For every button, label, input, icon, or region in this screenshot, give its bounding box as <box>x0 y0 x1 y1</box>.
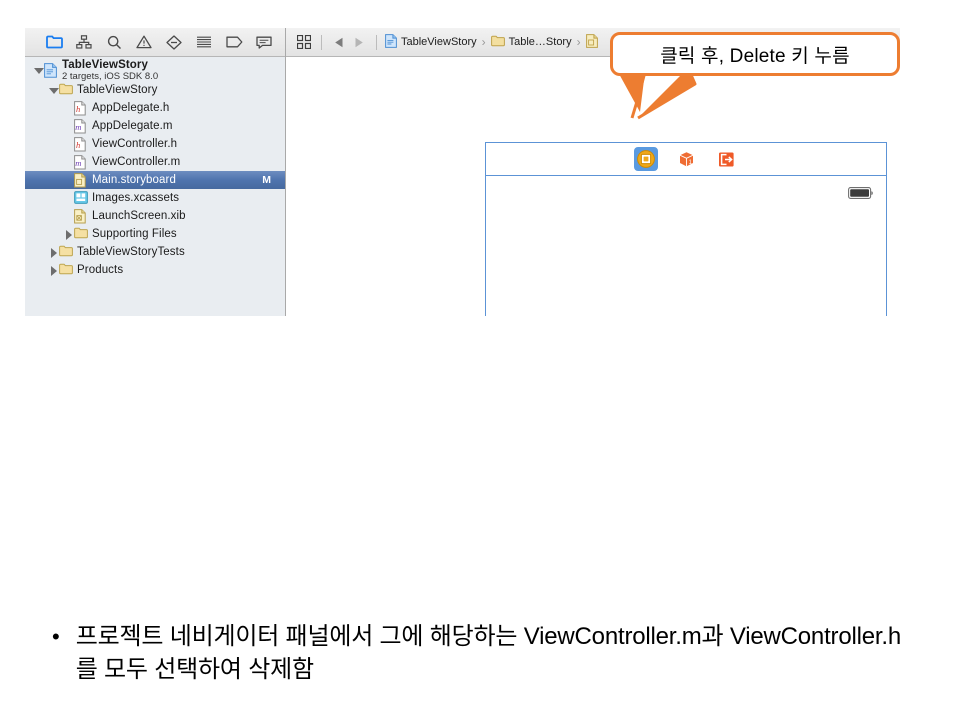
header-file-icon: h <box>74 101 88 116</box>
tree-row[interactable]: TableViewStoryTests <box>25 243 285 261</box>
tree-row-label: TableViewStory <box>77 84 157 96</box>
tree-row[interactable]: Main.storyboard M <box>25 171 285 189</box>
tree-row-sublabel: 2 targets, iOS SDK 8.0 <box>62 71 158 82</box>
bullet-marker: • <box>52 620 60 654</box>
battery-icon <box>848 186 874 198</box>
simulated-device-view[interactable] <box>486 176 886 316</box>
folder-icon <box>491 35 505 50</box>
breadcrumb-item-project[interactable]: TableViewStory <box>384 34 478 51</box>
breadcrumb-chevron-2: › <box>577 35 581 49</box>
method-file-icon: m <box>74 119 88 134</box>
disclosure-spacer <box>63 193 74 204</box>
tree-row[interactable]: TableViewStory2 targets, iOS SDK 8.0 <box>25 59 285 81</box>
xcassets-icon <box>74 191 88 206</box>
disclosure-triangle-icon[interactable] <box>48 247 59 258</box>
disclosure-spacer <box>63 157 74 168</box>
tree-row-label: TableViewStory <box>62 59 158 71</box>
forward-arrow-icon[interactable] <box>349 32 369 52</box>
tree-row-label: Supporting Files <box>92 228 177 240</box>
tree-row-label: TableViewStoryTests <box>77 246 185 258</box>
project-navigator-panel: TableViewStory2 targets, iOS SDK 8.0Tabl… <box>25 28 286 316</box>
folder-icon[interactable] <box>39 32 69 52</box>
debug-list-icon[interactable] <box>189 32 219 52</box>
warning-triangle-icon[interactable] <box>129 32 159 52</box>
tree-row-label: LaunchScreen.xib <box>92 210 186 222</box>
slide-bullet-block: • 프로젝트 네비게이터 패널에서 그에 해당하는 ViewController… <box>52 620 912 686</box>
project-icon <box>44 63 58 78</box>
back-arrow-icon[interactable] <box>329 32 349 52</box>
callout-text: 클릭 후, Delete 키 누름 <box>660 41 850 68</box>
tree-row-label: AppDelegate.m <box>92 120 173 132</box>
project-file-tree[interactable]: TableViewStory2 targets, iOS SDK 8.0Tabl… <box>25 57 285 316</box>
disclosure-spacer <box>63 103 74 114</box>
disclosure-spacer <box>63 175 74 186</box>
breadcrumb-label: Table…Story <box>509 36 572 48</box>
test-diamond-icon[interactable] <box>159 32 189 52</box>
tree-row[interactable]: m ViewController.m <box>25 153 285 171</box>
bullet-row: • 프로젝트 네비게이터 패널에서 그에 해당하는 ViewController… <box>52 620 912 686</box>
search-icon[interactable] <box>99 32 129 52</box>
tree-row-label: Products <box>77 264 123 276</box>
storyboard-icon <box>74 173 88 188</box>
svg-text:m: m <box>75 122 81 132</box>
svg-text:h: h <box>76 140 80 150</box>
disclosure-spacer <box>63 211 74 222</box>
tree-row[interactable]: m AppDelegate.m <box>25 117 285 135</box>
view-controller-scene[interactable]: 1 <box>485 142 887 316</box>
breadcrumb-item-group[interactable]: Table…Story <box>490 35 573 50</box>
tree-row[interactable]: Products <box>25 261 285 279</box>
folder-icon <box>59 263 73 278</box>
tree-row[interactable]: LaunchScreen.xib <box>25 207 285 225</box>
view-controller-icon[interactable] <box>634 147 658 171</box>
folder-icon <box>59 83 73 98</box>
tree-row-label: AppDelegate.h <box>92 102 169 114</box>
tree-row[interactable]: h ViewController.h <box>25 135 285 153</box>
related-items-icon[interactable] <box>294 32 314 52</box>
tree-row-label: Images.xcassets <box>92 192 179 204</box>
breadcrumb-chevron-1: › <box>482 35 486 49</box>
disclosure-spacer <box>63 139 74 150</box>
disclosure-triangle-icon[interactable] <box>63 229 74 240</box>
tree-row[interactable]: Supporting Files <box>25 225 285 243</box>
disclosure-triangle-icon[interactable] <box>48 265 59 276</box>
tree-row-label: ViewController.h <box>92 138 177 150</box>
exit-segue-icon[interactable] <box>714 147 738 171</box>
file-status-badge: M <box>262 174 271 186</box>
report-message-icon[interactable] <box>249 32 279 52</box>
disclosure-triangle-icon[interactable] <box>33 65 44 76</box>
method-file-icon: m <box>74 155 88 170</box>
svg-text:m: m <box>75 158 81 168</box>
folder-icon <box>74 227 88 242</box>
jump-bar-divider-1 <box>321 35 322 50</box>
tree-row[interactable]: TableViewStory <box>25 81 285 99</box>
scene-dock: 1 <box>486 143 886 176</box>
bullet-text: 프로젝트 네비게이터 패널에서 그에 해당하는 ViewController.m… <box>76 620 912 686</box>
header-file-icon: h <box>74 137 88 152</box>
breadcrumb-label: TableViewStory <box>401 36 477 48</box>
disclosure-spacer <box>63 121 74 132</box>
storyboard-canvas[interactable]: 1 <box>286 57 900 316</box>
folder-icon <box>59 245 73 260</box>
tree-row-label: Main.storyboard <box>92 174 176 186</box>
instruction-callout: 클릭 후, Delete 키 누름 <box>610 32 900 76</box>
project-icon <box>385 34 397 51</box>
xib-icon <box>74 209 88 224</box>
tree-row-text: TableViewStory2 targets, iOS SDK 8.0 <box>62 59 158 82</box>
source-control-icon[interactable] <box>69 32 99 52</box>
disclosure-triangle-icon[interactable] <box>48 85 59 96</box>
tree-row[interactable]: h AppDelegate.h <box>25 99 285 117</box>
svg-text:h: h <box>76 104 80 114</box>
navigator-selector-bar <box>25 28 285 57</box>
jump-bar-divider-2 <box>376 35 377 50</box>
first-responder-cube-icon[interactable]: 1 <box>674 147 698 171</box>
breakpoint-tag-icon[interactable] <box>219 32 249 52</box>
breadcrumb-item-storyboard[interactable] <box>585 34 603 51</box>
tree-row[interactable]: Images.xcassets <box>25 189 285 207</box>
storyboard-icon <box>586 34 598 51</box>
tree-row-label: ViewController.m <box>92 156 180 168</box>
